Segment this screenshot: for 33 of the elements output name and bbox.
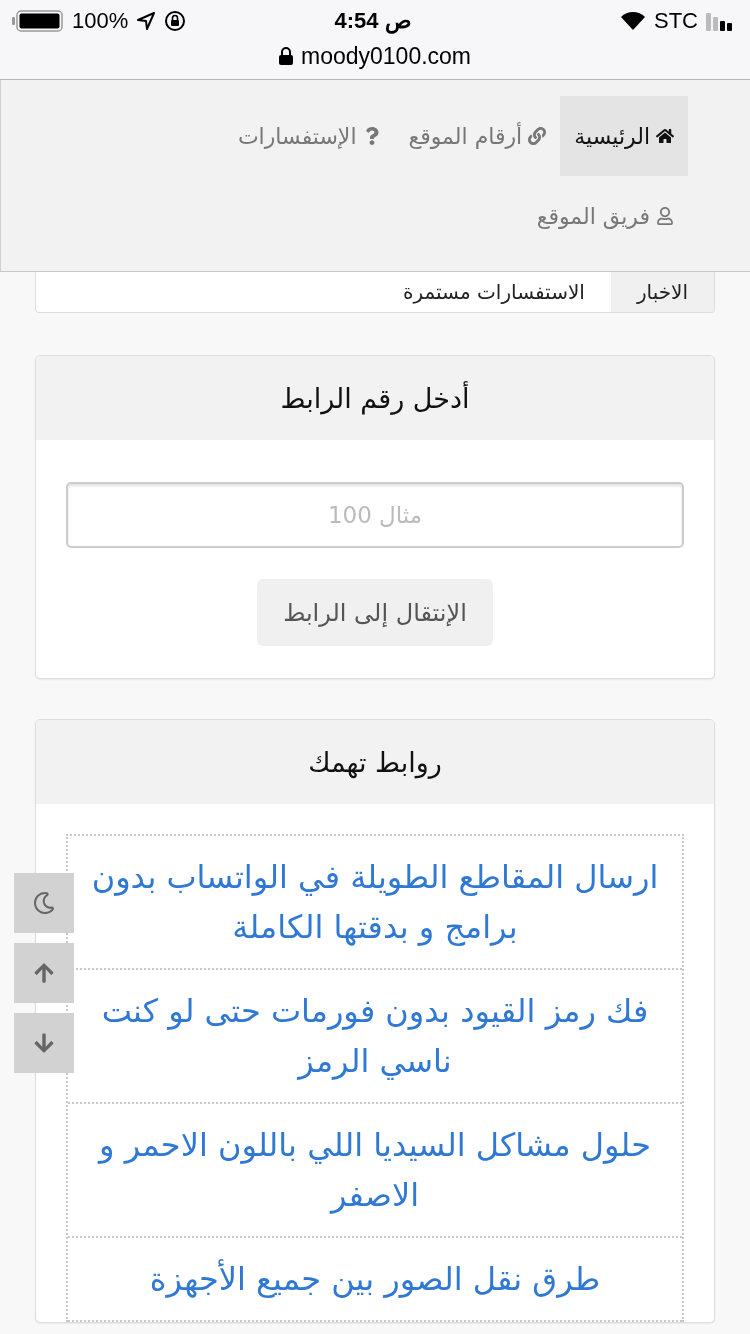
battery-icon — [12, 10, 64, 32]
clock: 4:54 ص — [334, 8, 412, 34]
card-title: أدخل رقم الرابط — [36, 356, 714, 440]
scroll-down-button[interactable] — [14, 1013, 74, 1073]
nav-item[interactable]: فريق الموقع — [522, 176, 688, 256]
ticker-label: الاخبار — [610, 272, 714, 312]
location-arrow-icon — [136, 11, 157, 31]
carrier-name: STC — [654, 8, 698, 34]
wifi-icon — [620, 11, 646, 31]
article-link[interactable]: ارسال المقاطع الطويلة في الواتساب بدون برامج و بدقتها الكاملة — [88, 852, 662, 952]
url-text[interactable]: moody0100.com — [300, 42, 471, 70]
go-to-link-button[interactable]: الإنتقال إلى الرابط — [257, 579, 493, 646]
rotation-lock-icon — [164, 10, 187, 32]
article-link[interactable]: فك رمز القيود بدون فورمات حتى لو كنت ناسي الرمز — [88, 986, 662, 1086]
user-icon — [656, 207, 674, 225]
card-title: روابط تهمك — [36, 720, 714, 804]
ticker-text: الاستفسارات مستمرة — [402, 280, 586, 304]
lock-icon — [278, 47, 293, 65]
nav-item[interactable]: أرقام الموقع — [394, 96, 561, 176]
arrow-down-icon — [33, 1032, 55, 1054]
link-number-field[interactable]: مثال 100 — [66, 482, 684, 548]
signal-icon — [706, 11, 734, 31]
moon-icon — [33, 892, 55, 914]
battery-percent: 100% — [72, 8, 129, 34]
article-link[interactable]: حلول مشاكل السيديا اللي باللون الاحمر و الاصفر — [88, 1120, 662, 1220]
nav-item[interactable]: الإستفسارات — [223, 96, 395, 176]
arrow-up-icon — [33, 962, 55, 984]
scroll-up-button[interactable] — [14, 943, 74, 1003]
dark-mode-button[interactable] — [14, 873, 74, 933]
nav-item[interactable]: الرئيسية — [560, 96, 688, 176]
link-icon — [528, 127, 547, 145]
article-link[interactable]: طرق نقل الصور بين جميع الأجهزة — [88, 1254, 662, 1304]
home-icon — [656, 127, 674, 145]
